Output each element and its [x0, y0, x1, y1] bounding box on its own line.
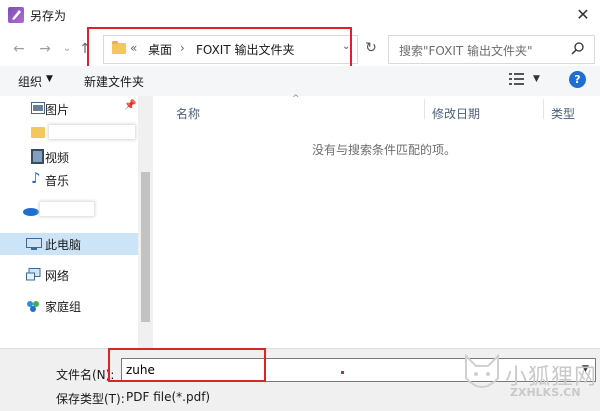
refresh-button[interactable]: ↻ — [360, 35, 382, 62]
save-as-app-icon — [8, 7, 24, 23]
watermark-subtext: ZXHLKS.CN — [510, 386, 581, 399]
pictures-icon — [31, 102, 45, 117]
up-button[interactable]: ↑ — [74, 38, 96, 60]
filename-value: zuhe — [126, 363, 155, 377]
organize-menu[interactable]: 组织 — [18, 73, 42, 90]
music-icon: ♪ — [31, 169, 41, 187]
search-placeholder: 搜索"FOXIT 输出文件夹" — [399, 44, 533, 58]
view-options-icon[interactable] — [508, 72, 526, 89]
redacted-label — [40, 202, 94, 216]
help-icon[interactable]: ? — [569, 71, 586, 88]
sidebar-item-pictures[interactable]: 图片 — [0, 98, 138, 120]
filetype-select[interactable]: PDF file(*.pdf) — [126, 390, 210, 404]
sidebar-item-label: 图片 — [45, 103, 70, 117]
sidebar-item-onedrive[interactable] — [0, 199, 138, 221]
watermark-fox-logo — [460, 352, 504, 401]
folder-icon — [31, 127, 45, 138]
organize-caret-icon[interactable]: ▼ — [46, 74, 53, 84]
breadcrumb-desktop[interactable]: 桌面 — [148, 41, 172, 58]
column-divider[interactable] — [424, 99, 425, 119]
back-button[interactable]: ← — [8, 38, 30, 60]
sidebar-item-label: 此电脑 — [45, 238, 82, 252]
sidebar-item-this-pc[interactable]: 此电脑 — [0, 233, 138, 255]
this-pc-icon — [26, 238, 42, 254]
sidebar-item-label: 视频 — [45, 151, 70, 165]
address-dropdown-icon[interactable]: ⌄ — [342, 41, 350, 52]
search-icon[interactable] — [571, 41, 585, 58]
file-list-pane — [153, 96, 600, 348]
breadcrumb-overflow[interactable]: « — [130, 41, 137, 55]
empty-message: 没有与搜索条件匹配的项。 — [312, 143, 457, 157]
sort-ascending-icon: ^ — [292, 94, 300, 104]
sidebar-item-label: 音乐 — [45, 174, 70, 188]
network-icon — [26, 268, 42, 285]
filetype-label: 保存类型(T): — [56, 392, 125, 406]
column-divider[interactable] — [543, 99, 544, 119]
sidebar-item-videos[interactable]: 视频 — [0, 146, 138, 168]
sidebar-item-music[interactable]: ♪ 音乐 — [0, 169, 138, 191]
redacted-label — [49, 125, 135, 139]
column-header-type[interactable]: 类型 — [551, 105, 575, 122]
view-caret-icon[interactable]: ▼ — [533, 74, 540, 84]
sidebar-item-network[interactable]: 网络 — [0, 264, 138, 286]
sidebar-item-label: 家庭组 — [45, 300, 82, 314]
cursor-marker — [341, 371, 344, 374]
filename-label: 文件名(N): — [56, 368, 115, 382]
window-title: 另存为 — [30, 9, 67, 23]
title-bar: 另存为 ✕ — [0, 0, 600, 30]
sidebar-item-label: 网络 — [45, 269, 70, 283]
folder-icon — [112, 41, 126, 54]
new-folder-button[interactable]: 新建文件夹 — [84, 73, 144, 90]
breadcrumb-separator: › — [180, 41, 185, 55]
homegroup-icon — [26, 300, 40, 315]
sidebar-scroll-thumb[interactable] — [141, 172, 150, 322]
column-header-name[interactable]: 名称 — [176, 105, 200, 122]
column-header-modified[interactable]: 修改日期 — [432, 105, 480, 122]
address-bar[interactable]: « 桌面 › FOXIT 输出文件夹 ⌄ — [103, 35, 358, 64]
breadcrumb-foxit-folder[interactable]: FOXIT 输出文件夹 — [196, 41, 295, 58]
sidebar-item-redacted-folder[interactable] — [0, 122, 138, 144]
search-input[interactable]: 搜索"FOXIT 输出文件夹" — [388, 35, 595, 64]
close-button[interactable]: ✕ — [566, 0, 600, 30]
video-icon — [31, 149, 44, 167]
onedrive-icon — [22, 205, 40, 219]
sidebar-item-homegroup[interactable]: 家庭组 — [0, 295, 138, 317]
forward-button[interactable]: → — [34, 38, 56, 60]
